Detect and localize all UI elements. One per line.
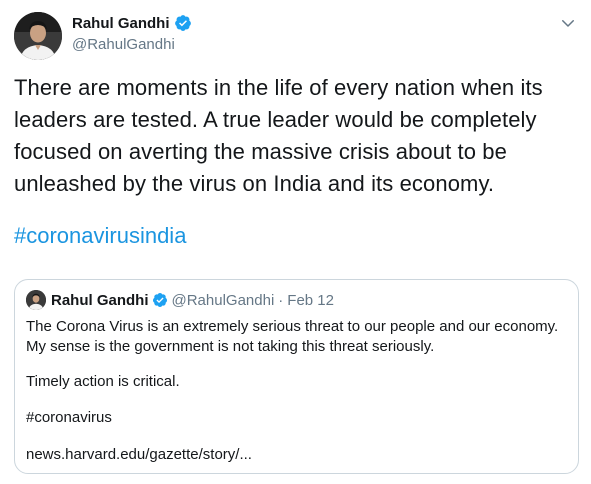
separator-dot: · xyxy=(278,291,284,309)
tweet-text-line: focused on averting the massive crisis a… xyxy=(14,139,507,164)
tweet-text-line: There are moments in the life of every n… xyxy=(14,75,543,100)
chevron-down-icon[interactable] xyxy=(559,14,577,32)
author-block: Rahul Gandhi @RahulGandhi xyxy=(72,12,192,53)
quoted-tweet-header: Rahul Gandhi @RahulGandhi · Feb 12 xyxy=(26,289,334,311)
tweet-text-line: leaders are tested. A true leader would … xyxy=(14,107,537,132)
quoted-text-line: Timely action is critical. xyxy=(26,373,180,390)
handle[interactable]: @RahulGandhi xyxy=(72,36,192,53)
quoted-hashtag: #coronavirus xyxy=(26,409,112,426)
tweet: Rahul Gandhi @RahulGandhi There are mome… xyxy=(0,0,591,484)
verified-badge-icon xyxy=(174,15,191,31)
quoted-text-line: The Corona Virus is an extremely serious… xyxy=(26,318,559,335)
quoted-handle: @RahulGandhi xyxy=(171,291,275,309)
quoted-avatar xyxy=(26,290,46,310)
quoted-link: news.harvard.edu/gazette/story/... xyxy=(26,446,252,463)
quoted-tweet[interactable]: Rahul Gandhi @RahulGandhi · Feb 12 The C… xyxy=(14,279,579,474)
quoted-text-line: My sense is the government is not taking… xyxy=(26,338,435,355)
verified-badge-icon xyxy=(152,293,167,307)
quoted-date: Feb 12 xyxy=(287,291,334,309)
display-name[interactable]: Rahul Gandhi xyxy=(72,15,170,32)
tweet-text: There are moments in the life of every n… xyxy=(14,72,576,200)
tweet-text-line: unleashed by the virus on India and its … xyxy=(14,171,495,196)
name-row: Rahul Gandhi xyxy=(72,12,192,34)
quoted-display-name: Rahul Gandhi xyxy=(51,291,149,309)
avatar[interactable] xyxy=(14,12,62,60)
hashtag-link[interactable]: #coronavirusindia xyxy=(14,220,186,252)
